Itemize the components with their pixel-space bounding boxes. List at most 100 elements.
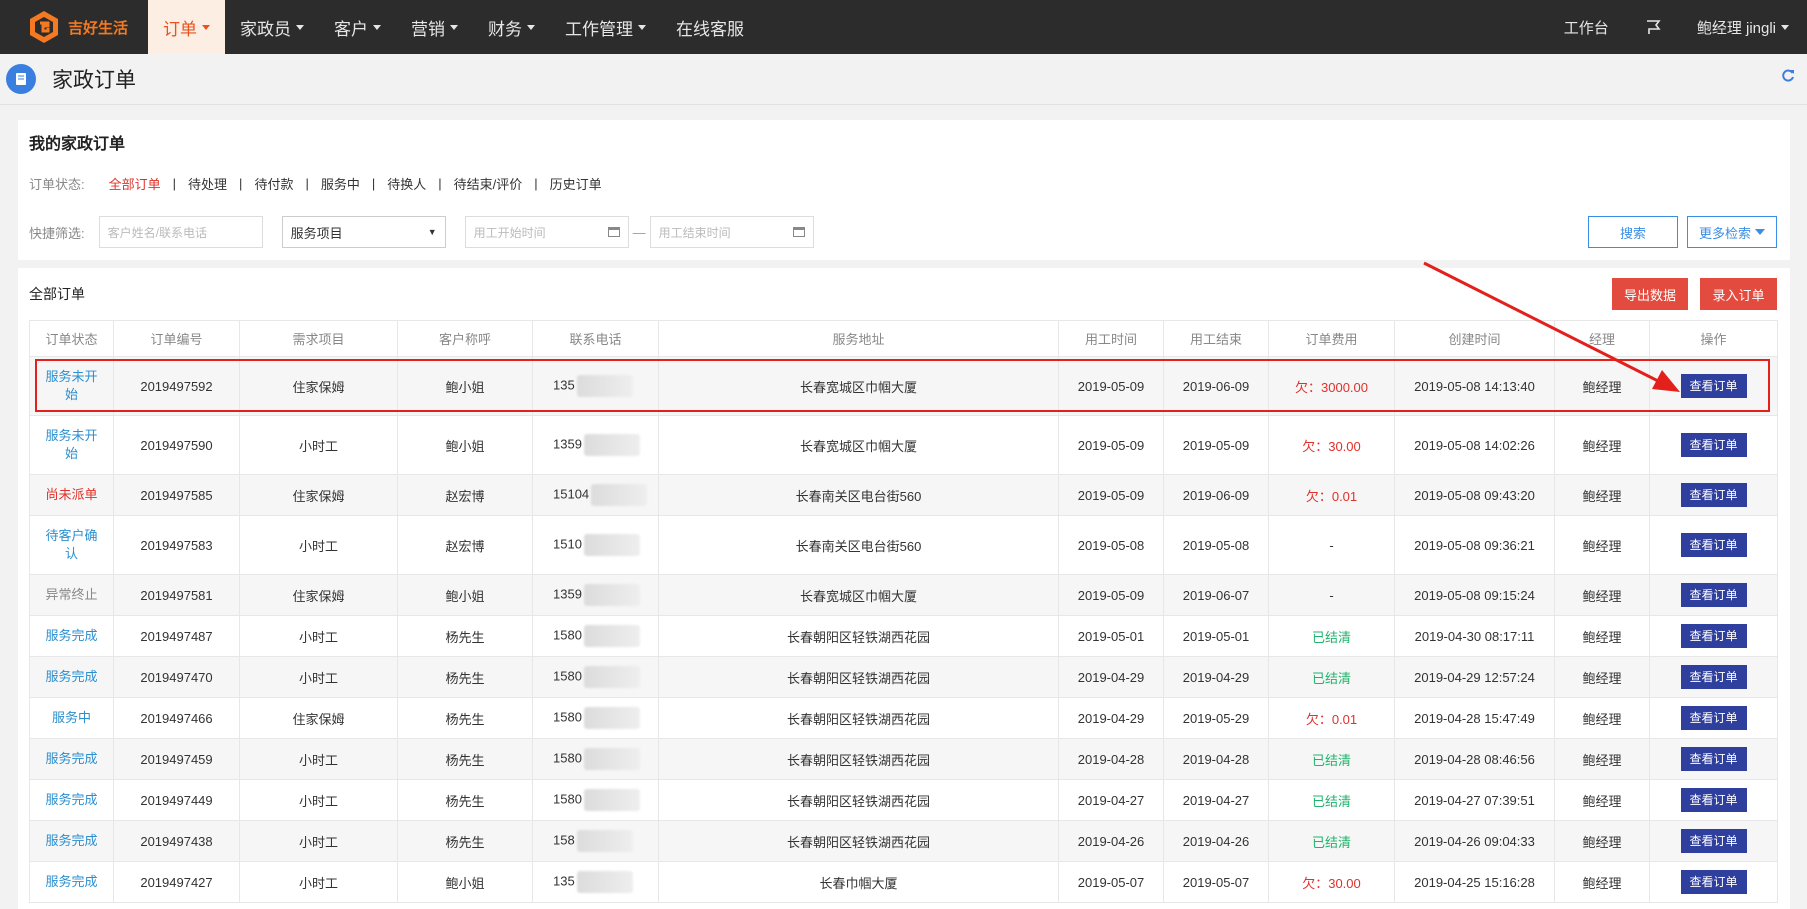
view-order-button[interactable]: 查看订单 [1680,747,1747,771]
cell-phone: 1580 [532,697,659,739]
nav-item-label: 营销 [411,19,445,39]
status-tab-3[interactable]: 服务中 [321,174,360,193]
cell-fee: 已结清 [1268,820,1395,862]
view-order-button[interactable]: 查看订单 [1680,870,1747,894]
cell-id: 2019497585 [113,474,240,516]
table-row[interactable]: 服务完成 2019497470 小时工 杨先生 1580 长春朝阳区轻铁湖西花园 2019-… [29,656,1778,698]
column-header[interactable]: 联系电话 [532,320,659,357]
table-row[interactable]: 尚未派单 2019497585 住家保姆 赵宏博 15104 长春南关区电台街560 201… [29,474,1778,516]
action-cell: 查看订单 [1649,697,1778,739]
user-menu[interactable]: 鲍经理 jingli [1679,0,1807,54]
customer-search-input[interactable]: 客户姓名/联系电话 [98,216,263,248]
view-order-button[interactable]: 查看订单 [1680,533,1747,557]
phone-prefix: 1580 [553,668,582,684]
status-label: 订单状态: [29,177,85,192]
table-row[interactable]: 服务完成 2019497427 小时工 鲍小姐 135 长春巾帼大厦 2019-05-07 2… [29,861,1778,903]
view-order-button[interactable]: 查看订单 [1680,706,1747,730]
table-row[interactable]: 服务未开始 2019497592 住家保姆 鲍小姐 135 长春宽城区巾帼大厦 2019-0… [29,356,1778,416]
chevron-down-icon [527,24,535,30]
logo[interactable]: 吉好生活 [0,0,148,54]
nav-item-2[interactable]: 客户 [319,0,396,54]
export-data-button[interactable]: 导出数据 [1612,278,1688,310]
column-header[interactable]: 服务地址 [658,320,1059,357]
filter-panel: 我的家政订单 订单状态: 全部订单 | 待处理 | 待付款 | 服务中 | 待换人 | 待结束/评价… [18,120,1790,260]
cell-start: 2019-05-01 [1058,615,1164,657]
status-tab-1[interactable]: 待处理 [188,174,227,193]
add-order-button[interactable]: 录入订单 [1700,278,1777,310]
column-header[interactable]: 订单编号 [113,320,240,357]
cell-created: 2019-04-29 12:57:24 [1394,656,1555,698]
table-row[interactable]: 异常终止 2019497581 住家保姆 鲍小姐 1359 长春宽城区巾帼大厦 2019-0… [29,574,1778,616]
status-tab-4[interactable]: 待换人 [387,174,426,193]
logo-text: 吉好生活 [68,19,129,37]
table-row[interactable]: 服务完成 2019497487 小时工 杨先生 1580 长春朝阳区轻铁湖西花园 2019-… [29,615,1778,657]
column-header[interactable]: 创建时间 [1394,320,1555,357]
table-row[interactable]: 服务未开始 2019497590 小时工 鲍小姐 1359 长春宽城区巾帼大厦 2019-0… [29,415,1778,475]
cell-phone: 1359 [532,415,659,475]
column-header[interactable]: 用工时间 [1058,320,1164,357]
column-header[interactable]: 订单状态 [29,320,114,357]
cell-created: 2019-05-08 14:13:40 [1394,356,1555,416]
status-tab-2[interactable]: 待付款 [254,174,293,193]
view-order-button[interactable]: 查看订单 [1680,583,1747,607]
nav-item-5[interactable]: 工作管理 [550,0,661,54]
action-cell: 查看订单 [1649,515,1778,575]
order-status-text: 始 [64,387,78,402]
refresh-icon[interactable] [1781,68,1795,88]
cell-id: 2019497459 [113,738,240,780]
cell-start: 2019-05-08 [1058,515,1164,575]
view-order-button[interactable]: 查看订单 [1680,433,1747,457]
nav-item-3[interactable]: 营销 [396,0,473,54]
order-status-cell: 服务完成 [29,820,114,862]
status-tab-0[interactable]: 全部订单 [109,174,161,193]
start-date-input[interactable]: 用工开始时间 [464,216,629,248]
view-order-button[interactable]: 查看订单 [1680,624,1747,648]
view-order-button[interactable]: 查看订单 [1680,483,1747,507]
column-header[interactable]: 订单费用 [1268,320,1395,357]
cell-fee: - [1268,574,1395,616]
action-cell: 查看订单 [1649,779,1778,821]
status-tab-5[interactable]: 待结束/评价 [454,174,523,193]
table-row[interactable]: 服务完成 2019497459 小时工 杨先生 1580 长春朝阳区轻铁湖西花园 2019-… [29,738,1778,780]
cell-address: 长春朝阳区轻铁湖西花园 [658,738,1059,780]
view-order-button[interactable]: 查看订单 [1680,788,1747,812]
nav-item-0[interactable]: 订单 [148,0,225,54]
quick-filter-row: 快捷筛选: 客户姓名/联系电话 服务项目 ▼ 用工开始时间 — 用工结束时间 [29,216,814,248]
cell-id: 2019497427 [113,861,240,903]
cell-manager: 鲍经理 [1554,697,1650,739]
cell-phone: 1510 [532,515,659,575]
nav-item-6[interactable]: 在线客服 [661,0,759,54]
end-date-input[interactable]: 用工结束时间 [649,216,814,248]
cell-manager: 鲍经理 [1554,656,1650,698]
view-order-button[interactable]: 查看订单 [1680,374,1747,398]
phone-prefix: 15104 [553,486,590,502]
view-order-button[interactable]: 查看订单 [1680,665,1747,689]
status-tab-6[interactable]: 历史订单 [550,174,602,193]
column-header[interactable]: 需求项目 [239,320,398,357]
orders-panel: 全部订单 导出数据 录入订单 订单状态 订单编号 需求项目 客户称呼 联系电话 服务地址用… [18,268,1790,909]
table-row[interactable]: 待客户确认 2019497583 小时工 赵宏博 1510 长春南关区电台街560 2019… [29,515,1778,575]
cell-item: 小时工 [239,515,398,575]
flag-icon[interactable] [1627,0,1679,54]
cell-customer: 鲍小姐 [397,861,533,903]
nav-item-1[interactable]: 家政员 [225,0,319,54]
column-header[interactable]: 客户称呼 [397,320,533,357]
view-order-button[interactable]: 查看订单 [1680,829,1747,853]
dropdown-arrow-icon: ▼ [427,227,437,237]
service-item-select[interactable]: 服务项目 ▼ [281,216,446,248]
order-status-text: 服务完成 [45,628,98,643]
column-header[interactable]: 用工结束 [1163,320,1269,357]
workbench-link[interactable]: 工作台 [1546,0,1627,54]
advanced-search-button[interactable]: 更多检索 [1687,216,1777,248]
nav-item-4[interactable]: 财务 [473,0,550,54]
column-header[interactable]: 经理 [1554,320,1650,357]
search-button[interactable]: 搜索 [1588,216,1678,248]
logo-icon [26,9,62,45]
table-row[interactable]: 服务中 2019497466 住家保姆 杨先生 1580 长春朝阳区轻铁湖西花园 2019-… [29,697,1778,739]
tab-separator: | [172,176,177,191]
phone-prefix: 1510 [553,536,582,552]
column-header[interactable]: 操作 [1649,320,1778,357]
table-row[interactable]: 服务完成 2019497438 小时工 杨先生 158 长春朝阳区轻铁湖西花园 2019-0… [29,820,1778,862]
table-row[interactable]: 服务完成 2019497449 小时工 杨先生 1580 长春朝阳区轻铁湖西花园 2019-… [29,779,1778,821]
cell-phone: 1580 [532,779,659,821]
